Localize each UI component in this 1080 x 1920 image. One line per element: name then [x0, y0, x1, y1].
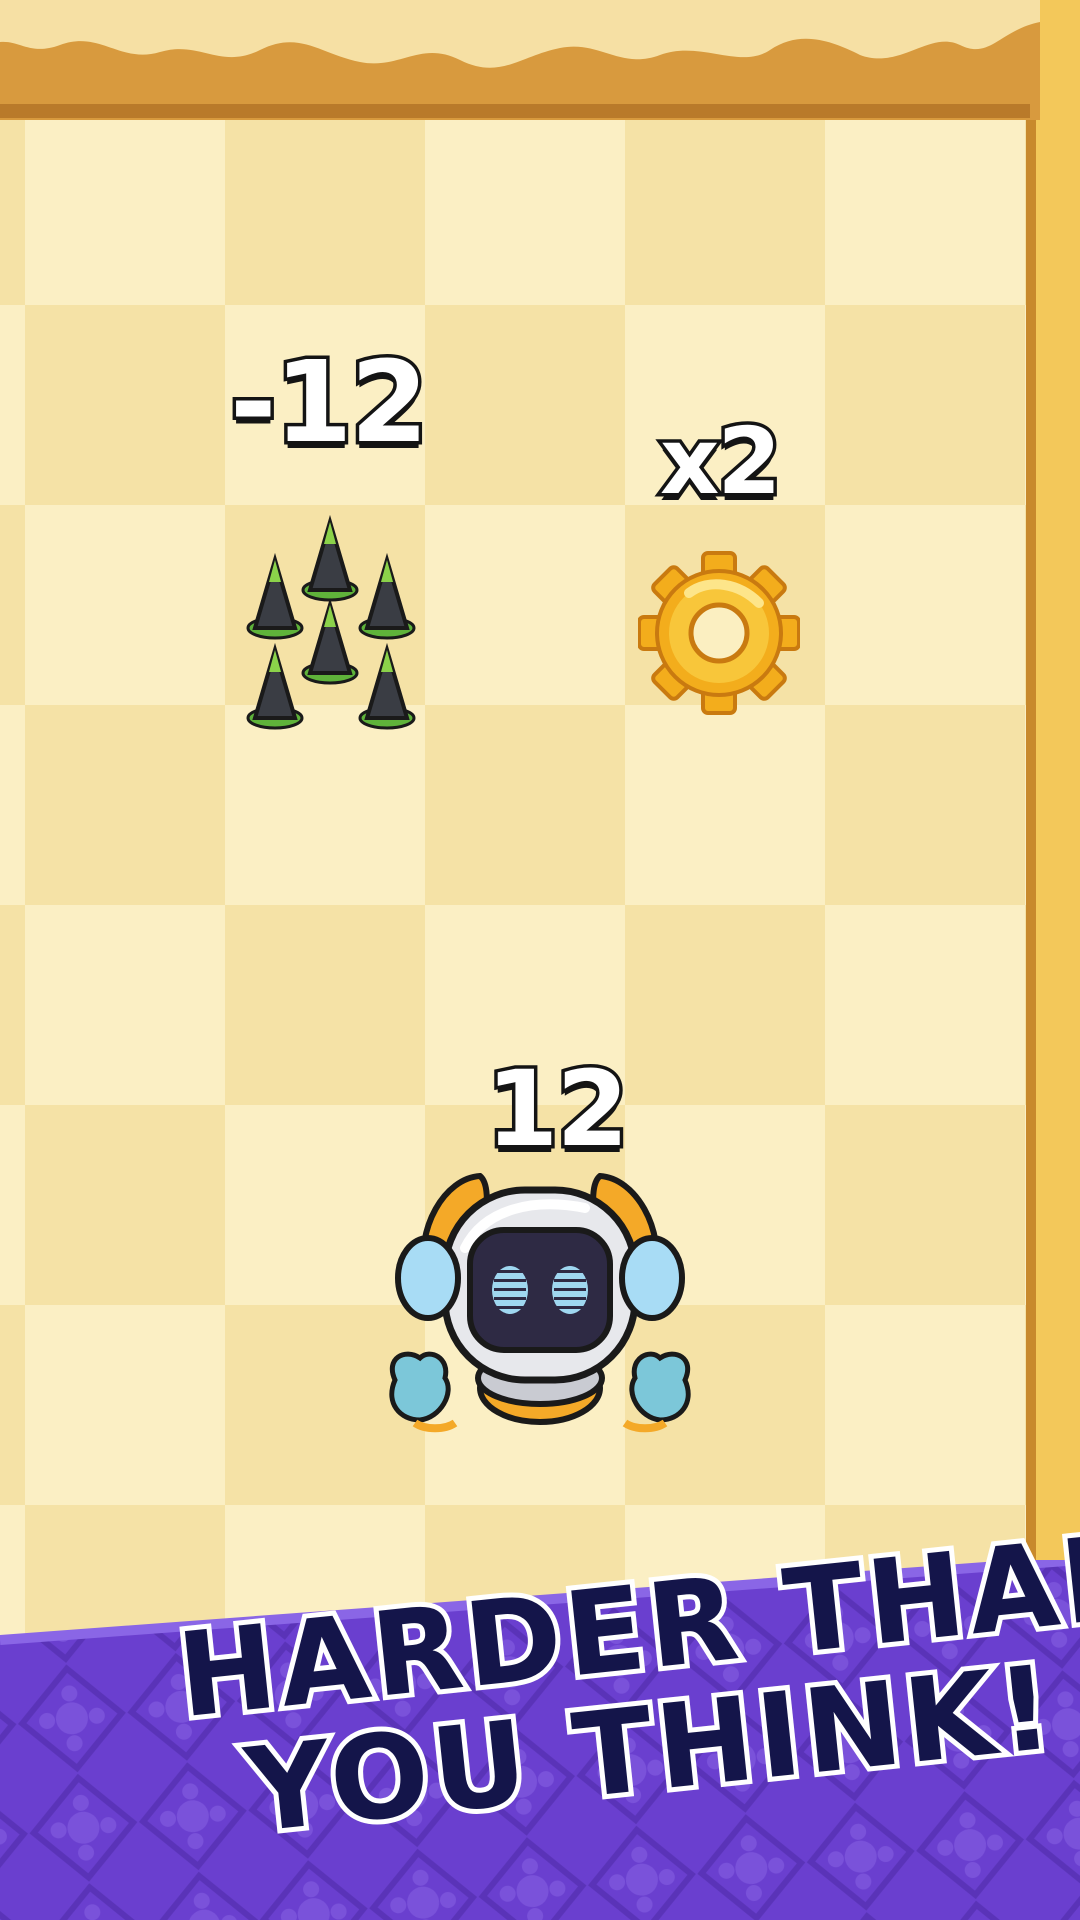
board-tile	[25, 905, 225, 1105]
top-wall	[0, 0, 1040, 120]
board-tile	[25, 505, 225, 705]
right-wall	[1026, 0, 1080, 1600]
board-tile	[225, 905, 425, 1105]
board-tile	[825, 905, 1025, 1105]
board-tile	[25, 305, 225, 505]
board-tile	[0, 505, 25, 705]
board-tile	[25, 705, 225, 905]
spike-trap-icon[interactable]	[235, 500, 435, 730]
board-tile	[825, 505, 1025, 705]
board-tile	[0, 1305, 25, 1505]
board-tile	[825, 1105, 1025, 1305]
board-tile	[625, 905, 825, 1105]
gear-value-label: x2	[656, 405, 784, 519]
board-tile	[825, 705, 1025, 905]
board-tile	[0, 705, 25, 905]
board-tile	[0, 112, 25, 305]
board-tile	[625, 705, 825, 905]
board-tile	[425, 112, 625, 305]
robot-icon[interactable]	[385, 1168, 695, 1438]
board-tile	[0, 905, 25, 1105]
board-tile	[25, 1105, 225, 1305]
board-tile	[225, 112, 425, 305]
board-tile	[425, 505, 625, 705]
board-tile	[25, 112, 225, 305]
player-value-label: 12	[483, 1045, 633, 1174]
board-tile	[825, 305, 1025, 505]
board-tile	[625, 112, 825, 305]
board-tile	[0, 1105, 25, 1305]
board-tile	[425, 305, 625, 505]
board-tile	[25, 1305, 225, 1505]
board-tile	[0, 305, 25, 505]
board-tile	[825, 112, 1025, 305]
trap-value-label: -12	[226, 335, 431, 472]
game-scene: -12 x2 12 HARDER THAN YOU THINK!	[0, 0, 1080, 1920]
board-tile	[825, 1305, 1025, 1505]
board-tile	[225, 705, 425, 905]
game-board[interactable]	[0, 112, 1028, 1672]
board-tile	[425, 705, 625, 905]
gear-icon[interactable]	[638, 548, 800, 718]
